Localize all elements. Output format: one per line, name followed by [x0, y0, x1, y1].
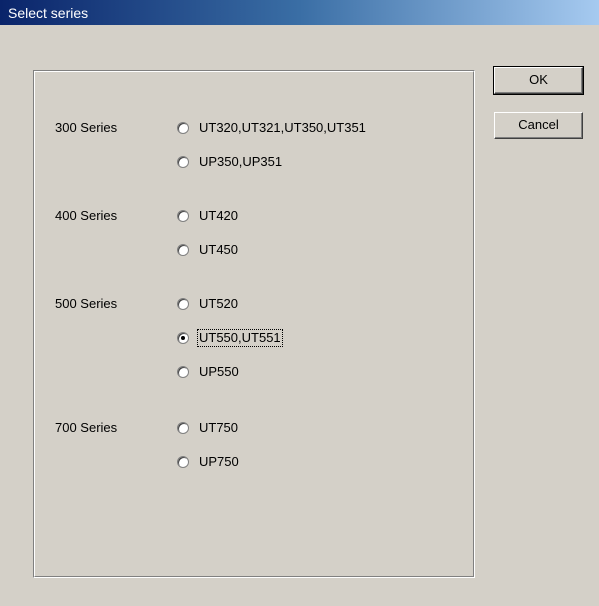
- title-bar[interactable]: Select series: [0, 0, 599, 25]
- series-label-500: 500 Series: [55, 296, 118, 311]
- radio-option-ut550-ut551[interactable]: UT550,UT551: [177, 328, 283, 348]
- series-group-box: [33, 70, 475, 578]
- radio-button-icon[interactable]: [177, 210, 189, 222]
- radio-option-label: UT450: [199, 242, 239, 257]
- radio-button-selected-icon[interactable]: [177, 332, 189, 344]
- window-title: Select series: [8, 5, 89, 21]
- series-label-300: 300 Series: [55, 120, 118, 135]
- radio-button-icon[interactable]: [177, 366, 189, 378]
- radio-option-up750[interactable]: UP750: [177, 452, 240, 472]
- radio-option-label: UP750: [199, 454, 239, 469]
- radio-option-ut320-ut321-ut350-ut351[interactable]: UT320,UT321,UT350,UT351: [177, 118, 367, 138]
- radio-option-up350-up351[interactable]: UP350,UP351: [177, 152, 283, 172]
- select-series-dialog: Select series 300 Series UT320,UT321,UT3…: [0, 0, 599, 606]
- radio-option-ut520[interactable]: UT520: [177, 294, 239, 314]
- radio-button-icon[interactable]: [177, 122, 189, 134]
- radio-option-up550[interactable]: UP550: [177, 362, 240, 382]
- radio-option-label: UP550: [199, 364, 239, 379]
- radio-option-label: UT750: [199, 420, 239, 435]
- radio-button-icon[interactable]: [177, 298, 189, 310]
- radio-option-ut750[interactable]: UT750: [177, 418, 239, 438]
- radio-option-ut420[interactable]: UT420: [177, 206, 239, 226]
- radio-button-icon[interactable]: [177, 456, 189, 468]
- radio-option-ut450[interactable]: UT450: [177, 240, 239, 260]
- radio-option-label: UT320,UT321,UT350,UT351: [199, 120, 366, 135]
- series-label-400: 400 Series: [55, 208, 118, 223]
- series-label-700: 700 Series: [55, 420, 118, 435]
- radio-button-icon[interactable]: [177, 422, 189, 434]
- radio-option-label: UT420: [199, 208, 239, 223]
- radio-option-label: UP350,UP351: [199, 154, 283, 169]
- radio-button-icon[interactable]: [177, 244, 189, 256]
- cancel-button[interactable]: Cancel: [494, 112, 583, 139]
- ok-button[interactable]: OK: [493, 66, 584, 95]
- radio-option-label: UT520: [199, 296, 239, 311]
- radio-button-icon[interactable]: [177, 156, 189, 168]
- radio-option-label: UT550,UT551: [197, 329, 283, 347]
